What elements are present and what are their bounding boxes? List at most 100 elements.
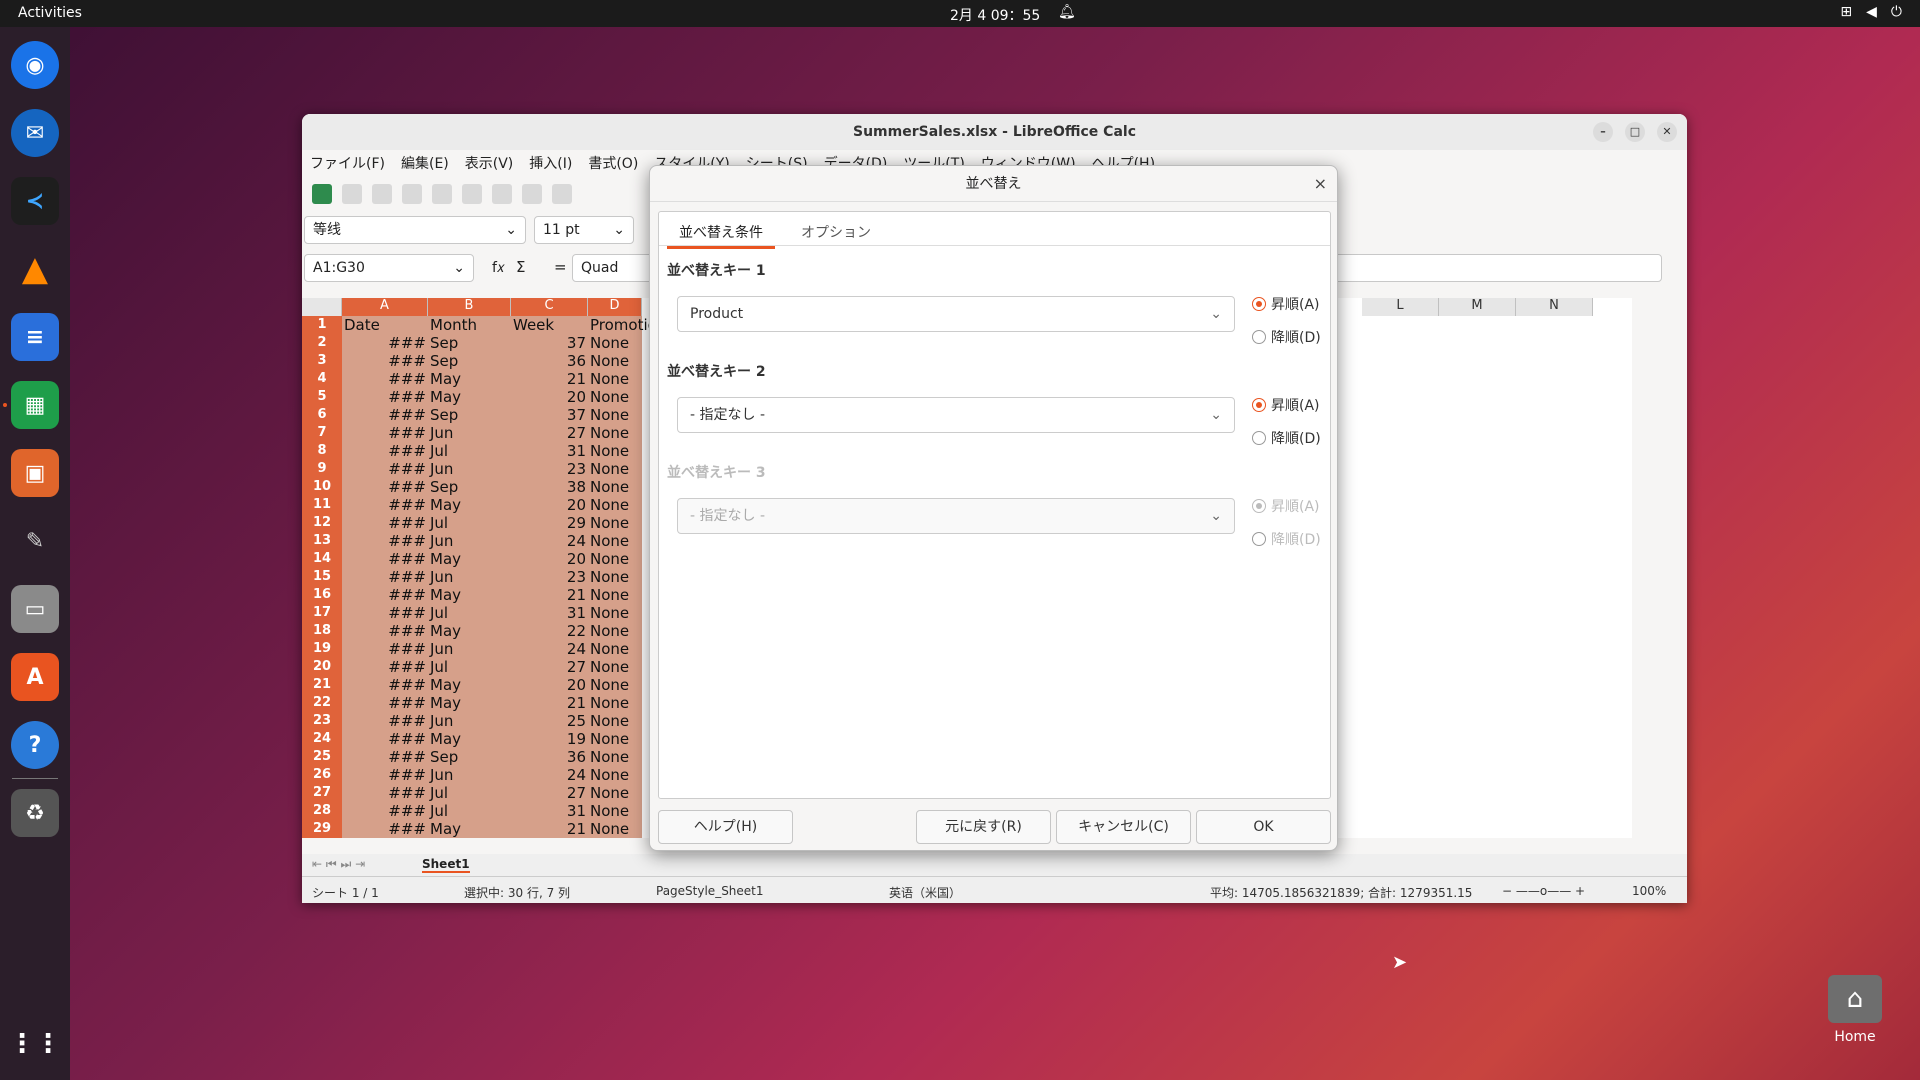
cell-month[interactable]: Sep [430, 334, 458, 352]
cell-month[interactable]: May [430, 370, 461, 388]
col-header-l[interactable]: L [1362, 298, 1439, 316]
cell-promotion[interactable]: None [590, 550, 629, 568]
cell-week[interactable]: 19 [511, 730, 586, 748]
cell-week[interactable]: 37 [511, 406, 586, 424]
vlc-icon[interactable]: ▲ [11, 245, 59, 293]
cell-week[interactable]: 36 [511, 748, 586, 766]
print-icon[interactable] [432, 184, 452, 204]
zoom-level[interactable]: 100% [1632, 884, 1666, 898]
cell-promotion[interactable]: None [590, 802, 629, 820]
cell-promotion[interactable]: None [590, 406, 629, 424]
row-header[interactable]: 7 [302, 424, 342, 442]
cell-week[interactable]: 23 [511, 568, 586, 586]
key2-descending-radio[interactable]: 降順(D) [1252, 428, 1321, 448]
cell-promotion[interactable]: None [590, 658, 629, 676]
row-header[interactable]: 9 [302, 460, 342, 478]
cell-promotion[interactable]: None [590, 676, 629, 694]
col-header-m[interactable]: M [1439, 298, 1516, 316]
row-header[interactable]: 5 [302, 388, 342, 406]
cell-week[interactable]: 31 [511, 604, 586, 622]
cell-month[interactable]: Jul [430, 784, 448, 802]
row-header[interactable]: 16 [302, 586, 342, 604]
cell-promotion[interactable]: None [590, 568, 629, 586]
cell-promotion[interactable]: None [590, 370, 629, 388]
key1-descending-radio[interactable]: 降順(D) [1252, 327, 1321, 347]
cell-month[interactable]: Sep [430, 406, 458, 424]
cell-date[interactable]: ### [342, 496, 426, 514]
row-header[interactable]: 15 [302, 568, 342, 586]
reset-button[interactable]: 元に戻す(R) [916, 810, 1051, 844]
cell-promotion[interactable]: None [590, 766, 629, 784]
key2-ascending-radio[interactable]: 昇順(A) [1252, 395, 1320, 415]
sum-icon[interactable]: Σ [516, 258, 525, 276]
row-header[interactable]: 1 [302, 316, 342, 334]
cell-month[interactable]: May [430, 496, 461, 514]
cell-month[interactable]: Jul [430, 514, 448, 532]
cell-month[interactable]: Jun [430, 532, 453, 550]
vscode-icon[interactable]: ≺ [11, 177, 59, 225]
zoom-slider[interactable]: − ——o—— + [1502, 884, 1585, 898]
row-header[interactable]: 21 [302, 676, 342, 694]
status-sum[interactable]: 平均: 14705.1856321839; 合計: 1279351.15 [1210, 884, 1472, 901]
clock[interactable]: 2月 4 09：55 [950, 5, 1040, 25]
cell-month[interactable]: May [430, 676, 461, 694]
cell-week[interactable]: 20 [511, 496, 586, 514]
cell-date[interactable]: ### [342, 712, 426, 730]
app-center-icon[interactable]: A [11, 653, 59, 701]
row-header[interactable]: 13 [302, 532, 342, 550]
gimp-icon[interactable]: ✎ [11, 517, 59, 565]
cell-month[interactable]: May [430, 820, 461, 838]
cell-date[interactable]: ### [342, 802, 426, 820]
cell-date[interactable]: ### [342, 604, 426, 622]
cell-week[interactable]: 24 [511, 766, 586, 784]
cell-week[interactable]: 36 [511, 352, 586, 370]
cell-week[interactable]: 20 [511, 388, 586, 406]
cell-date[interactable]: ### [342, 334, 426, 352]
print-preview-icon[interactable] [462, 184, 482, 204]
cell-week[interactable]: 21 [511, 694, 586, 712]
col-header-b[interactable]: B [428, 298, 511, 316]
cell-date[interactable]: ### [342, 460, 426, 478]
cell-month[interactable]: Jun [430, 424, 453, 442]
cell-week[interactable]: 20 [511, 676, 586, 694]
font-size-box[interactable]: 11 pt ⌄ [534, 216, 634, 244]
cell-week[interactable]: 31 [511, 442, 586, 460]
row-header[interactable]: 22 [302, 694, 342, 712]
row-header[interactable]: 12 [302, 514, 342, 532]
cell-date[interactable]: ### [342, 640, 426, 658]
row-header[interactable]: 8 [302, 442, 342, 460]
cell-month[interactable]: Jul [430, 604, 448, 622]
cell-week[interactable]: 24 [511, 640, 586, 658]
cell-promotion[interactable]: None [590, 640, 629, 658]
thunderbird-icon[interactable]: ✉ [11, 109, 59, 157]
cell-promotion[interactable]: None [590, 442, 629, 460]
cell-promotion[interactable]: None [590, 514, 629, 532]
cell-promotion[interactable]: None [590, 820, 629, 838]
row-header[interactable]: 28 [302, 802, 342, 820]
row-header[interactable]: 26 [302, 766, 342, 784]
cell-date[interactable]: ### [342, 766, 426, 784]
help-icon[interactable]: ? [11, 721, 59, 769]
menu-view[interactable]: 表示(V) [465, 153, 514, 173]
cell-date[interactable]: ### [342, 694, 426, 712]
window-titlebar[interactable]: SummerSales.xlsx - LibreOffice Calc – □ … [302, 114, 1687, 150]
row-header[interactable]: 19 [302, 640, 342, 658]
cell-week[interactable]: 21 [511, 370, 586, 388]
name-box[interactable]: A1:G30 ⌄ [304, 254, 474, 282]
cell-promotion[interactable]: None [590, 388, 629, 406]
cell-promotion[interactable]: None [590, 496, 629, 514]
cell-week[interactable]: 38 [511, 478, 586, 496]
col-header-a[interactable]: A [342, 298, 428, 316]
close-window-button[interactable]: ✕ [1657, 122, 1677, 142]
cell-date[interactable]: ### [342, 748, 426, 766]
cell-promotion[interactable]: None [590, 424, 629, 442]
cell-promotion[interactable]: None [590, 334, 629, 352]
cell-promotion[interactable]: None [590, 712, 629, 730]
cell-week[interactable]: 24 [511, 532, 586, 550]
chrome-icon[interactable]: ◉ [11, 41, 59, 89]
cell-date[interactable]: ### [342, 352, 426, 370]
cell-date[interactable]: ### [342, 730, 426, 748]
corner-cell[interactable] [302, 298, 342, 316]
row-header[interactable]: 6 [302, 406, 342, 424]
cell-date[interactable]: ### [342, 658, 426, 676]
